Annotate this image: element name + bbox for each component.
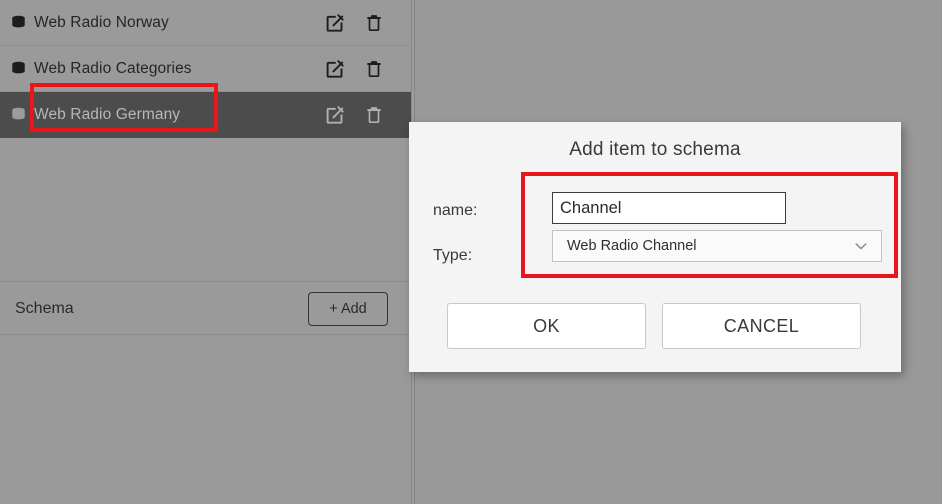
- list-item-selected[interactable]: Web Radio Germany: [0, 92, 411, 138]
- type-select[interactable]: Web Radio Channel: [552, 230, 882, 262]
- row-actions: [324, 12, 385, 34]
- row-actions: [324, 104, 385, 126]
- schema-section-title: Schema: [15, 299, 74, 317]
- edit-icon[interactable]: [324, 58, 346, 80]
- trash-icon[interactable]: [363, 104, 385, 126]
- trash-icon[interactable]: [363, 12, 385, 34]
- type-field-label: Type:: [433, 247, 473, 264]
- schema-list-empty-area: [0, 139, 411, 282]
- schema-sidebar-panel: Web Radio Norway Web Radio Categories We…: [0, 0, 411, 504]
- type-select-value: Web Radio Channel: [567, 238, 697, 254]
- chevron-down-icon: [853, 238, 869, 254]
- database-icon: [8, 13, 28, 33]
- schema-list: Web Radio Norway Web Radio Categories We…: [0, 0, 411, 138]
- list-item[interactable]: Web Radio Norway: [0, 0, 411, 46]
- list-item[interactable]: Web Radio Categories: [0, 46, 411, 92]
- trash-icon[interactable]: [363, 58, 385, 80]
- add-schema-item-button[interactable]: + Add: [308, 291, 388, 326]
- list-item-label: Web Radio Germany: [34, 105, 181, 123]
- row-actions: [324, 58, 385, 80]
- database-icon: [8, 105, 28, 125]
- list-item-label: Web Radio Norway: [34, 13, 169, 31]
- schema-section-bar: Schema + Add: [0, 283, 411, 335]
- name-input[interactable]: [552, 192, 786, 224]
- name-field-label: name:: [433, 202, 478, 219]
- edit-icon[interactable]: [324, 12, 346, 34]
- ok-button[interactable]: OK: [447, 303, 646, 349]
- edit-icon[interactable]: [324, 104, 346, 126]
- list-item-label: Web Radio Categories: [34, 59, 192, 77]
- database-icon: [8, 59, 28, 79]
- dialog-title: Add item to schema: [569, 139, 741, 160]
- cancel-button[interactable]: CANCEL: [662, 303, 861, 349]
- add-item-dialog: Add item to schema name: Type: Web Radio…: [409, 122, 901, 372]
